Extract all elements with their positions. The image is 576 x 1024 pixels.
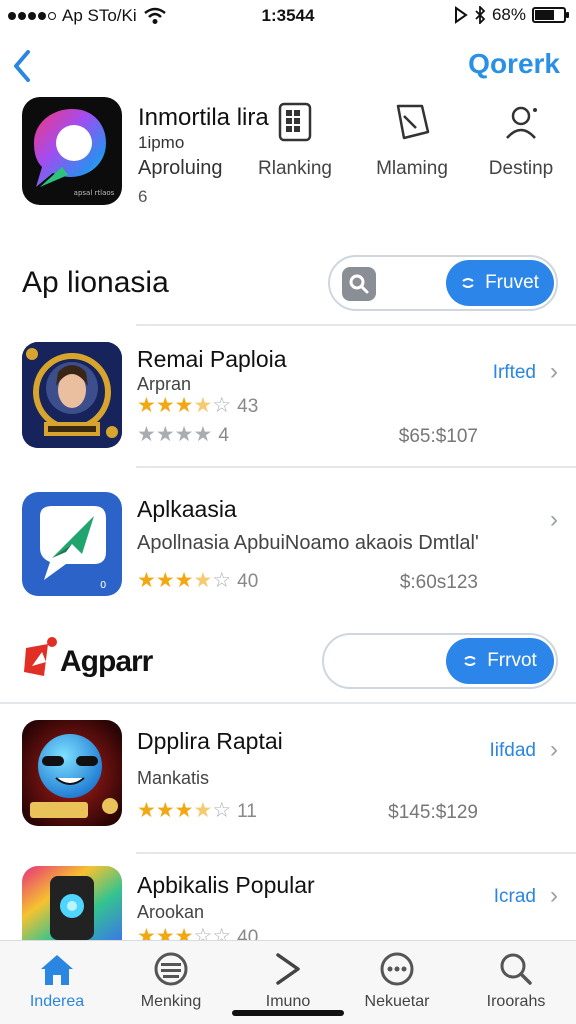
chevron-right-icon[interactable]: › [550,358,558,386]
tab-ranking[interactable]: Menking [116,951,226,1011]
tab-label: Iroorahs [486,993,546,1010]
section-title: Agparr [60,645,153,678]
rating-stars: ★★★☆☆ 40 [137,924,258,940]
chevron-right-icon [276,953,300,985]
app-price: $:60s123 [399,572,478,593]
app-link[interactable]: Irfted [493,362,536,384]
app-link[interactable]: Icrad [494,886,536,908]
bluetooth-icon [475,6,486,24]
featured-app-number: 6 [138,187,148,206]
rating-count: 40 [237,571,259,592]
app-icon [22,720,122,826]
divider [136,466,576,468]
meta-item-destinp[interactable]: Destinp [476,100,566,180]
rating-stars: ★★★★☆ 11 [137,799,257,822]
home-indicator[interactable] [232,1010,344,1016]
search-button-label: Frrvot [487,650,537,671]
app-developer: Apollnasia ApbuiNoamo akaois Dmtlal' [137,532,479,554]
svg-text:0: 0 [100,580,106,591]
tab-label: Menking [140,993,202,1010]
rating-stars: ★★★★☆ 40 [137,569,259,592]
search-submit-button[interactable]: Frrvot [446,638,554,684]
meta-item-maming[interactable]: Mlaming [367,100,457,180]
status-bar: Ap STo/Ki 1:3544 68% [0,0,576,34]
tab-home[interactable]: Inderea [2,951,112,1011]
chevron-right-icon[interactable]: › [550,882,558,910]
tab-label: Imuno [265,993,311,1010]
layers-icon [154,952,188,986]
tab-forward[interactable]: Imuno [233,951,343,1011]
home-icon [41,955,73,985]
app-icon [22,342,122,448]
app-link[interactable]: Iifdad [490,740,536,762]
app-developer: Mankatis [137,768,210,788]
brand-logo [22,636,60,680]
search-icon [500,953,532,985]
tab-label: Nekuetar [364,993,430,1010]
search-button-label: Fruvet [485,272,539,293]
search-icon[interactable] [342,267,376,301]
meta-item-ranking[interactable]: Rlanking [250,100,340,180]
app-name: Remai Paploia [137,346,287,372]
battery-level [535,10,555,20]
search-submit-button[interactable]: Fruvet [446,260,554,306]
app-icon: 0 [22,492,122,598]
app-name: Dpplira Raptai [137,728,283,754]
battery-icon [532,7,569,23]
status-right: 68% [454,5,569,25]
divider [136,324,576,326]
refresh-icon [462,278,474,288]
person-icon [506,106,537,139]
app-name: Apbikalis Popular [137,872,315,898]
meta-item-label: Rlanking [258,158,332,179]
divider [136,852,576,854]
app-developer: Arpran [137,374,192,394]
rating-count: 43 [237,396,259,417]
tablet-icon [396,104,430,140]
battery-percent: 68% [491,5,526,24]
meta-item-label: Destinp [488,158,554,179]
section-search-field[interactable]: Fruvet [328,255,558,311]
chevron-left-icon [14,50,30,82]
chevron-right-icon[interactable]: › [550,736,558,764]
divider [0,702,576,704]
meta-item-label: Mlaming [376,158,448,179]
app-price: $145:$129 [388,802,478,823]
svg-text:apsal rtlaos: apsal rtlaos [74,189,115,197]
app-developer: Arookan [137,902,205,922]
nav-action-button[interactable]: Qorerk [468,48,560,80]
section-title: Ap lionasia [22,266,169,299]
featured-app-subtitle: 1ipmo [138,133,185,152]
chevron-right-icon[interactable]: › [550,506,558,534]
refresh-icon [464,656,476,666]
tab-label: Inderea [29,993,85,1010]
tab-messages[interactable]: Nekuetar [342,951,452,1011]
app-name: Aplkaasia [137,496,237,522]
back-button[interactable] [8,44,38,88]
location-icon [454,6,468,24]
rating-count: 4 [218,425,229,446]
grid-icon [278,102,312,142]
section-search-field[interactable]: Frrvot [322,633,558,689]
featured-app-meta: Aproluing [138,157,223,179]
featured-app-icon[interactable]: apsal rtlaos [22,97,122,205]
rating-stars: ★★★★☆ 43 [137,394,259,417]
rating-count: 11 [237,801,257,822]
tab-search[interactable]: Iroorahs [461,951,571,1011]
rating-count: 40 [237,927,259,940]
chat-icon [380,952,414,986]
rating-stars-secondary: ★★★★ 4 [137,423,229,446]
app-price: $65:$107 [398,426,478,447]
app-icon [22,866,122,940]
